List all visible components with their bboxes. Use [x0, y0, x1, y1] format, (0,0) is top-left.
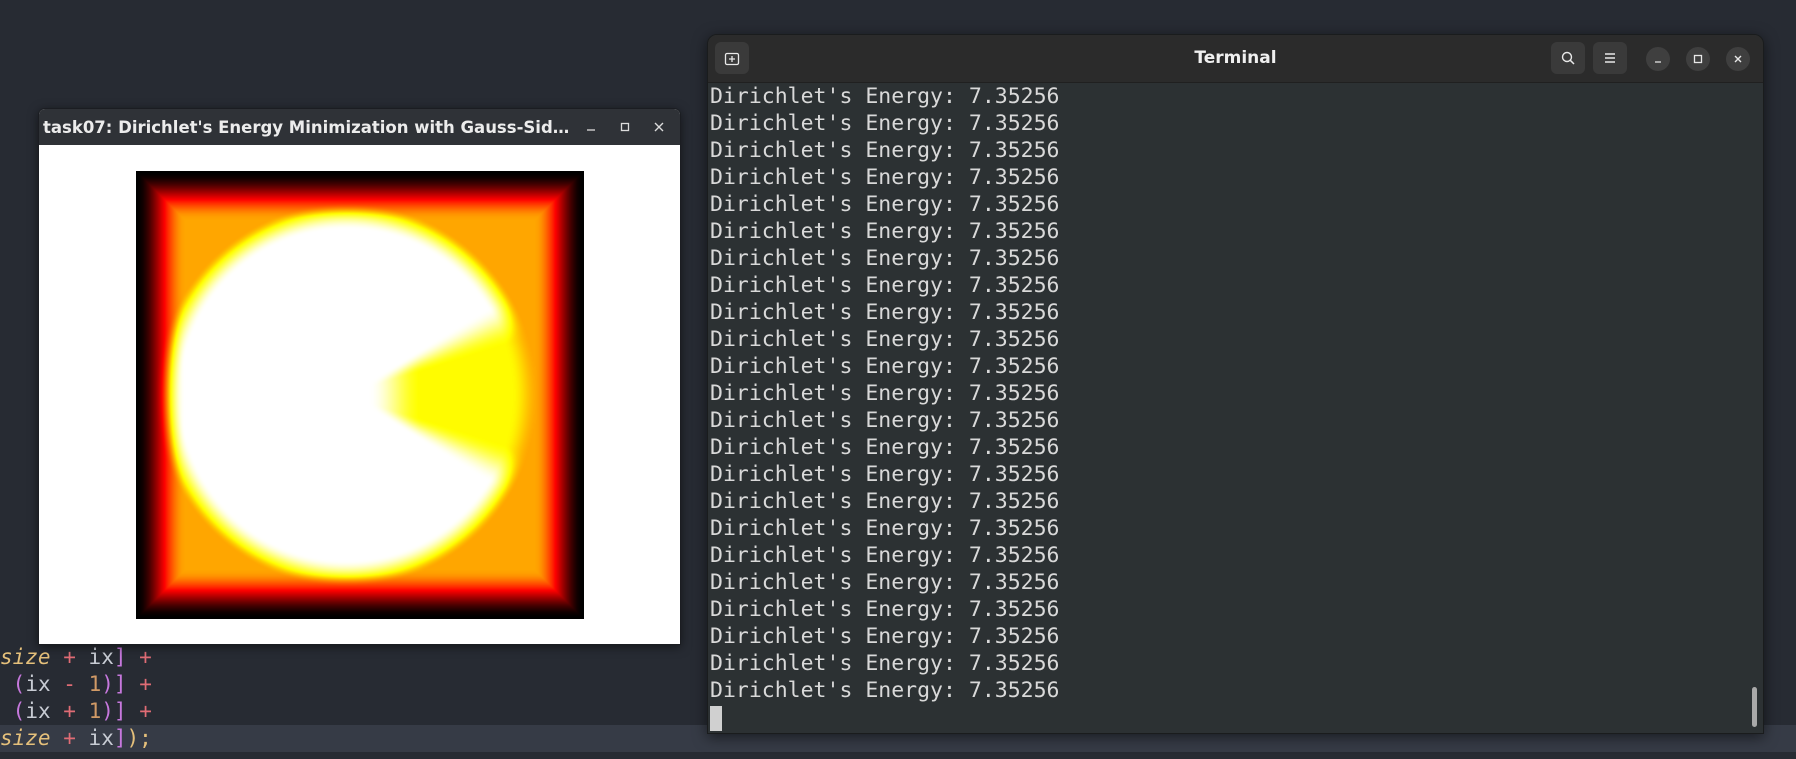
- terminal-line: Dirichlet's Energy: 7.35256: [710, 678, 1060, 703]
- terminal-line: Dirichlet's Energy: 7.35256: [710, 273, 1060, 298]
- search-button[interactable]: [1551, 42, 1585, 74]
- terminal-line: Dirichlet's Energy: 7.35256: [710, 165, 1060, 190]
- terminal-window: Terminal Dirichlet's Energy: 7.35256 Diri…: [707, 34, 1764, 734]
- plot-window: task07: Dirichlet's Energy Minimization …: [38, 108, 681, 645]
- hamburger-menu-icon: [1605, 53, 1615, 63]
- terminal-line: Dirichlet's Energy: 7.35256: [710, 192, 1060, 217]
- minimize-icon: [587, 129, 595, 131]
- code-line: size + ix] +: [0, 645, 152, 669]
- terminal-scrollbar[interactable]: [1752, 687, 1757, 727]
- terminal-line: Dirichlet's Energy: 7.35256: [710, 489, 1060, 514]
- terminal-line: Dirichlet's Energy: 7.35256: [710, 111, 1060, 136]
- terminal-line: Dirichlet's Energy: 7.35256: [710, 462, 1060, 487]
- terminal-line: Dirichlet's Energy: 7.35256: [710, 570, 1060, 595]
- terminal-output[interactable]: Dirichlet's Energy: 7.35256 Dirichlet's E…: [708, 83, 1763, 733]
- terminal-line: Dirichlet's Energy: 7.35256: [710, 435, 1060, 460]
- maximize-button[interactable]: [608, 109, 642, 145]
- terminal-header[interactable]: Terminal: [708, 35, 1763, 83]
- menu-button[interactable]: [1593, 42, 1627, 74]
- close-button[interactable]: [642, 109, 676, 145]
- terminal-lines: Dirichlet's Energy: 7.35256 Dirichlet's E…: [708, 83, 1763, 704]
- terminal-line: Dirichlet's Energy: 7.35256: [710, 138, 1060, 163]
- terminal-line: Dirichlet's Energy: 7.35256: [710, 246, 1060, 271]
- terminal-line: Dirichlet's Energy: 7.35256: [710, 327, 1060, 352]
- terminal-line: Dirichlet's Energy: 7.35256: [710, 84, 1060, 109]
- heatmap-canvas[interactable]: [136, 171, 584, 619]
- terminal-maximize-button[interactable]: [1686, 47, 1710, 71]
- terminal-line: Dirichlet's Energy: 7.35256: [710, 381, 1060, 406]
- minimize-button[interactable]: [574, 109, 608, 145]
- close-icon: [1734, 55, 1742, 63]
- plot-window-title: task07: Dirichlet's Energy Minimization …: [43, 117, 576, 137]
- terminal-cursor: [710, 706, 722, 731]
- terminal-line: Dirichlet's Energy: 7.35256: [710, 219, 1060, 244]
- terminal-line: Dirichlet's Energy: 7.35256: [710, 624, 1060, 649]
- plot-window-controls: [574, 109, 676, 145]
- code-line: (ix + 1)] +: [12, 699, 152, 723]
- terminal-line: Dirichlet's Energy: 7.35256: [710, 354, 1060, 379]
- terminal-close-button[interactable]: [1726, 47, 1750, 71]
- terminal-line: Dirichlet's Energy: 7.35256: [710, 516, 1060, 541]
- plot-titlebar[interactable]: task07: Dirichlet's Energy Minimization …: [39, 109, 680, 145]
- code-line: (ix - 1)] +: [12, 672, 152, 696]
- terminal-line: Dirichlet's Energy: 7.35256: [710, 543, 1060, 568]
- terminal-minimize-button[interactable]: [1646, 47, 1670, 71]
- terminal-line: Dirichlet's Energy: 7.35256: [710, 651, 1060, 676]
- maximize-icon: [1693, 54, 1703, 64]
- terminal-line: Dirichlet's Energy: 7.35256: [710, 408, 1060, 433]
- terminal-line: Dirichlet's Energy: 7.35256: [710, 300, 1060, 325]
- maximize-icon: [620, 122, 630, 132]
- search-icon: [1561, 51, 1575, 65]
- terminal-line: Dirichlet's Energy: 7.35256: [710, 597, 1060, 622]
- minimize-icon: [1655, 61, 1661, 63]
- close-icon: [654, 122, 664, 132]
